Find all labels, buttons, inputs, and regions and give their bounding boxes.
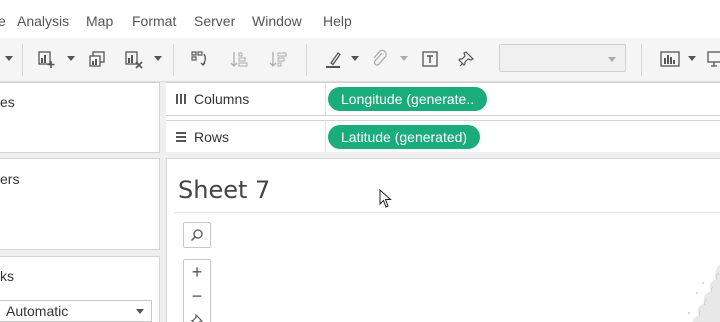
- sort-descending-button[interactable]: [267, 47, 289, 71]
- sheet-title[interactable]: Sheet 7: [178, 176, 270, 204]
- zoom-out-button[interactable]: −: [184, 284, 210, 308]
- marks-card-title: ks: [0, 268, 14, 284]
- highlight-icon: [326, 52, 341, 68]
- rows-shelf-label: Rows: [166, 121, 326, 153]
- toolbar: [0, 38, 720, 82]
- menu-bar: e Analysis Map Format Server Window Help: [0, 0, 720, 38]
- chevron-down-icon: [608, 57, 616, 62]
- mouse-cursor-icon: [379, 189, 392, 208]
- menu-map[interactable]: Map: [86, 12, 113, 30]
- rows-icon: [174, 130, 188, 144]
- show-mark-labels-icon: [422, 51, 438, 67]
- pages-card: es: [0, 82, 160, 153]
- chevron-down-icon[interactable]: [351, 56, 359, 61]
- columns-label-text: Columns: [194, 91, 250, 107]
- clear-sheet-icon: [125, 51, 143, 69]
- search-icon: [191, 229, 203, 241]
- fit-dropdown[interactable]: [499, 44, 626, 72]
- new-worksheet-button[interactable]: [36, 47, 58, 71]
- chevron-down-icon: [136, 309, 144, 314]
- latitude-pill[interactable]: Latitude (generated): [328, 125, 481, 149]
- sort-ascending-icon: [230, 52, 248, 67]
- sort-descending-icon: [269, 52, 287, 67]
- menu-window[interactable]: Window: [252, 12, 302, 30]
- columns-shelf-label: Columns: [166, 83, 326, 115]
- clear-sheet-button[interactable]: [123, 47, 145, 71]
- group-members-icon: [373, 49, 387, 66]
- menu-analysis[interactable]: Analysis: [17, 12, 69, 30]
- columns-icon: [174, 92, 188, 106]
- toolbar-separator: [173, 44, 174, 76]
- pages-card-title: es: [0, 94, 15, 110]
- swap-rows-columns-button[interactable]: [188, 47, 210, 71]
- presentation-mode-icon: [707, 51, 720, 67]
- map-search-button[interactable]: [183, 222, 211, 248]
- rows-label-text: Rows: [194, 129, 230, 145]
- group-members-button[interactable]: [368, 47, 390, 71]
- pin-icon: [191, 314, 203, 322]
- chevron-down-icon[interactable]: [67, 56, 75, 61]
- chevron-down-icon[interactable]: [400, 56, 408, 61]
- pin-axes-icon: [458, 51, 475, 67]
- worksheet-view[interactable]: Sheet 7 + −: [166, 158, 720, 322]
- sort-ascending-button[interactable]: [228, 47, 250, 71]
- filters-card: ers: [0, 158, 160, 250]
- duplicate-sheet-icon: [89, 51, 105, 67]
- toolbar-separator: [22, 44, 23, 76]
- mark-type-value: Automatic: [6, 303, 69, 319]
- longitude-pill[interactable]: Longitude (generate..: [328, 87, 488, 111]
- menu-format[interactable]: Format: [132, 12, 176, 30]
- minus-icon: −: [191, 286, 203, 306]
- map-zoom-controls: + −: [183, 259, 211, 322]
- rows-shelf[interactable]: Rows Latitude (generated): [166, 120, 720, 154]
- toolbar-separator: [641, 44, 642, 76]
- toolbar-separator: [306, 44, 307, 76]
- pin-map-button[interactable]: [184, 308, 210, 322]
- duplicate-sheet-button[interactable]: [86, 47, 108, 71]
- chevron-down-icon[interactable]: [154, 56, 162, 61]
- highlight-button[interactable]: [322, 47, 344, 71]
- menu-help[interactable]: Help: [323, 12, 352, 30]
- chevron-down-icon[interactable]: [688, 56, 696, 61]
- map-coastline: [688, 264, 720, 322]
- show-mark-labels-button[interactable]: [419, 47, 441, 71]
- menu-file-partial[interactable]: e: [0, 12, 6, 30]
- chevron-down-icon[interactable]: [5, 56, 13, 61]
- zoom-in-button[interactable]: +: [184, 260, 210, 284]
- menu-server[interactable]: Server: [194, 12, 235, 30]
- swap-rows-columns-icon: [191, 51, 206, 66]
- pin-axes-button[interactable]: [456, 47, 478, 71]
- presentation-mode-button[interactable]: [706, 47, 720, 71]
- columns-shelf[interactable]: Columns Longitude (generate..: [166, 82, 720, 116]
- plus-icon: +: [191, 262, 203, 282]
- map-view[interactable]: + −: [174, 212, 720, 322]
- new-worksheet-icon: [38, 51, 55, 68]
- show-me-icon: [660, 51, 680, 67]
- mark-type-dropdown[interactable]: Automatic: [0, 300, 152, 322]
- show-me-button[interactable]: [658, 47, 682, 71]
- filters-card-title: ers: [0, 171, 20, 187]
